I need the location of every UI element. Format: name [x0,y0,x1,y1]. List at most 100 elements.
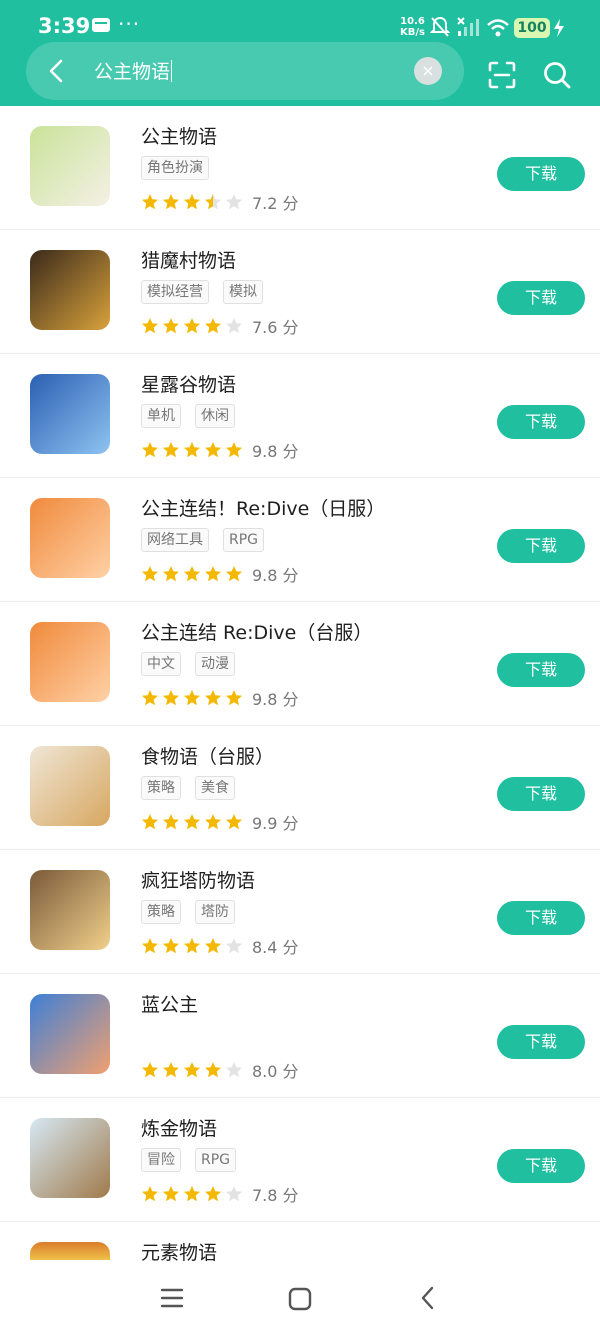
network-speed-unit: KB/s [400,27,425,38]
list-item[interactable]: 疯狂塔防物语 策略 塔防 8.4 分下载 [0,850,600,974]
rating-score: 9.9 分 [252,814,299,833]
star-icon [184,814,200,830]
star-icon [205,1062,221,1078]
bell-muted-icon [430,16,450,37]
star-icon [184,566,200,582]
download-button[interactable]: 下载 [497,1025,585,1059]
app-name[interactable]: 猎魔村物语 [141,246,236,273]
download-button[interactable]: 下载 [497,529,585,563]
category-tag: 模拟经营 [141,280,209,304]
download-button[interactable]: 下载 [497,157,585,191]
app-name[interactable]: 元素物语 [141,1238,217,1265]
star-icon [205,566,221,582]
network-speed: 10.6 KB/s [400,16,425,38]
star-icon [226,690,242,706]
star-icon [226,938,242,954]
category-tag: 冒险 [141,1148,181,1172]
download-button[interactable]: 下载 [497,777,585,811]
app-icon[interactable] [30,126,110,206]
download-button[interactable]: 下载 [497,901,585,935]
star-icon [226,814,242,830]
app-name[interactable]: 食物语（台服） [141,742,274,769]
app-tags: 模拟经营 模拟 [141,280,277,304]
app-name[interactable]: 公主连结！Re:Dive（日服） [141,494,385,521]
star-icon [163,814,179,830]
star-icon [205,318,221,334]
signal-icon [457,17,479,36]
app-name[interactable]: 公主连结 Re:Dive（台服） [141,618,372,645]
star-icon [226,1186,242,1202]
app-icon[interactable] [30,1242,110,1260]
scan-icon[interactable] [487,60,517,90]
app-tags: 中文 动漫 [141,652,249,676]
app-name[interactable]: 蓝公主 [141,990,198,1017]
app-icon[interactable] [30,1118,110,1198]
status-bar: 3:39 ··· 10.6 KB/s 100 [0,0,600,46]
star-icon [226,442,242,458]
star-rating: 9.8 分 [141,562,299,585]
star-icon [184,442,200,458]
app-name[interactable]: 疯狂塔防物语 [141,866,255,893]
search-bar[interactable]: 公主物语 × [26,42,464,100]
home-icon[interactable] [288,1287,312,1311]
app-icon[interactable] [30,374,110,454]
app-icon[interactable] [30,622,110,702]
nav-back-icon[interactable] [418,1285,438,1311]
star-icon [163,938,179,954]
category-tag: 塔防 [195,900,235,924]
app-name[interactable]: 星露谷物语 [141,370,236,397]
clear-icon[interactable]: × [414,57,442,85]
list-item[interactable]: 食物语（台服） 策略 美食 9.9 分下载 [0,726,600,850]
star-icon [184,690,200,706]
star-icon [184,1062,200,1078]
app-icon[interactable] [30,870,110,950]
app-tags: 网络工具 RPG [141,528,278,552]
app-tags: 策略 塔防 [141,900,249,924]
star-icon [205,938,221,954]
star-icon [226,1062,242,1078]
star-icon [142,194,158,210]
star-icon [205,690,221,706]
download-button[interactable]: 下载 [497,405,585,439]
app-icon[interactable] [30,498,110,578]
star-icon [163,566,179,582]
star-icon [163,690,179,706]
menu-icon[interactable] [160,1287,184,1309]
list-item[interactable]: 炼金物语冒险 RPG 7.8 分 下载 [0,1098,600,1222]
search-input[interactable]: 公主物语 [94,57,173,84]
list-item[interactable]: 公主连结 Re:Dive（台服） 中文 动漫 9.8 分下载 [0,602,600,726]
star-icon [142,938,158,954]
search-icon[interactable] [542,60,572,90]
rating-score: 9.8 分 [252,442,299,461]
category-tag: 模拟 [223,280,263,304]
list-item[interactable]: 蓝公主 8.0 分 下载 [0,974,600,1098]
download-button[interactable]: 下载 [497,1149,585,1183]
star-icon [184,938,200,954]
rating-score: 7.2 分 [252,194,299,213]
rating-score: 7.8 分 [252,1186,299,1205]
star-rating: 7.6 分 [141,314,299,337]
category-tag: 动漫 [195,652,235,676]
category-tag: RPG [195,1148,237,1172]
app-icon[interactable] [30,994,110,1074]
star-icon [184,194,200,210]
app-icon[interactable] [30,250,110,330]
app-name[interactable]: 炼金物语 [141,1114,217,1141]
list-item[interactable]: 元素物语 [0,1222,600,1264]
download-button[interactable]: 下载 [497,653,585,687]
download-button[interactable]: 下载 [497,281,585,315]
app-name[interactable]: 公主物语 [141,122,217,149]
star-icon [142,442,158,458]
text-caret [171,60,173,82]
list-item[interactable]: 公主物语 角色扮演 7.2 分 下载 [0,106,600,230]
star-icon [205,442,221,458]
list-item[interactable]: 公主连结！Re:Dive（日服） 网络工具 RPG 9.8 分 下载 [0,478,600,602]
header: 3:39 ··· 10.6 KB/s 100 公主物语 × [0,0,600,106]
list-item[interactable]: 星露谷物语单机 休闲 9.8 分 下载 [0,354,600,478]
category-tag: 策略 [141,776,181,800]
app-tags: 单机 休闲 [141,404,249,428]
list-item[interactable]: 猎魔村物语模拟经营 模拟 7.6 分 下载 [0,230,600,354]
star-icon [184,318,200,334]
app-icon[interactable] [30,746,110,826]
back-icon[interactable] [46,59,66,83]
